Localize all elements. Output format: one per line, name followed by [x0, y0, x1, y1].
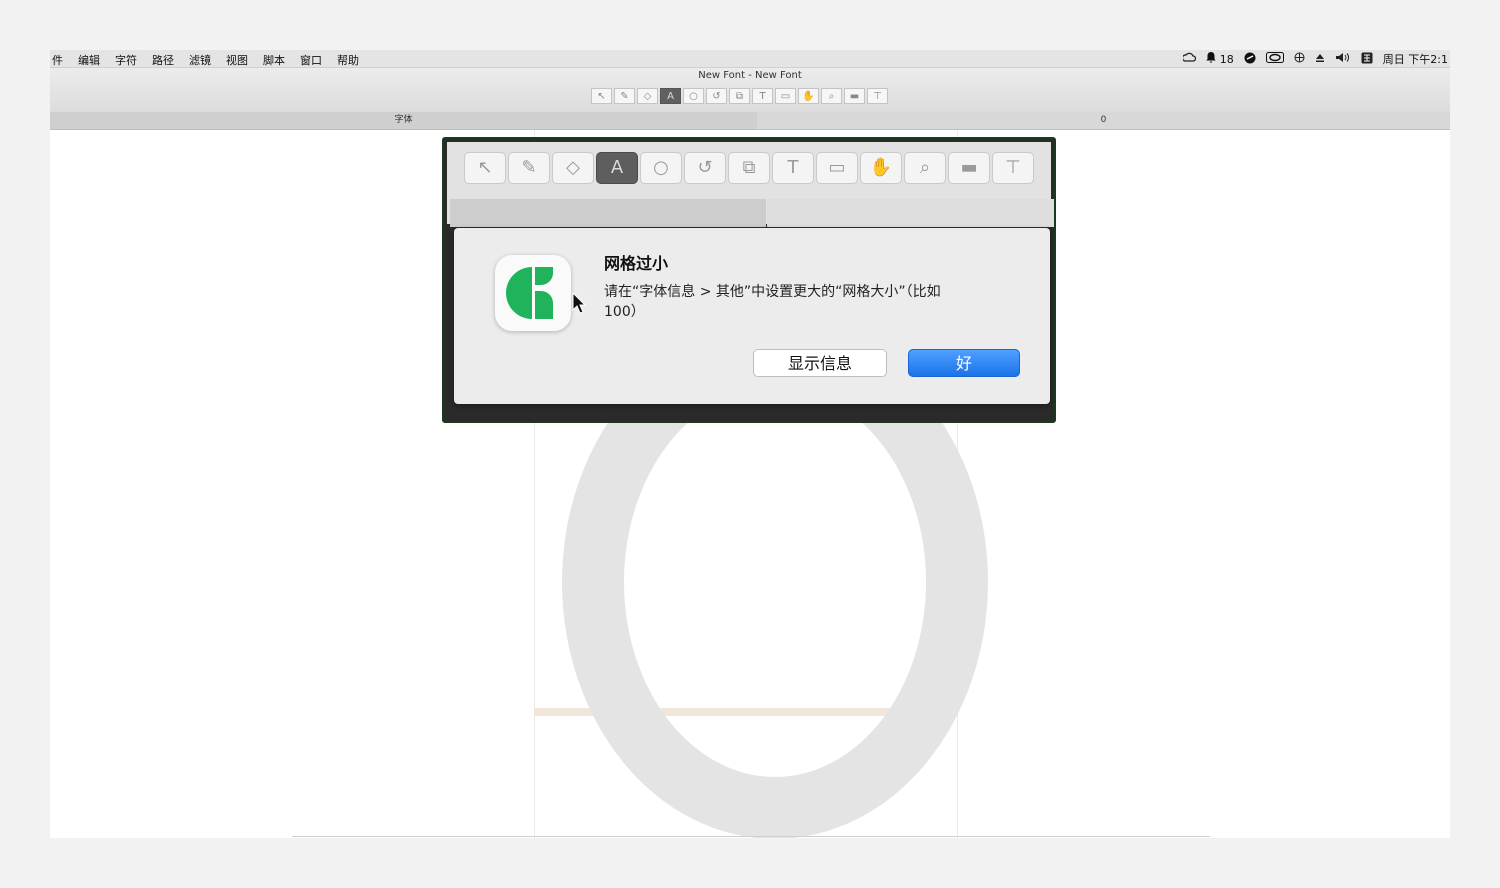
eraser-tool-icon[interactable]: ◇ — [637, 88, 658, 104]
dialog-message: 请在“字体信息 > 其他”中设置更大的“网格大小”（比如 100） — [604, 284, 941, 320]
select-tool-icon[interactable]: ↖ — [464, 152, 506, 184]
ok-button[interactable]: 好 — [908, 349, 1020, 377]
creative-cloud-icon[interactable] — [1182, 52, 1197, 66]
app-icon — [495, 255, 571, 331]
text-tool-icon[interactable]: T — [752, 88, 773, 104]
scrollbar-track[interactable] — [292, 836, 1210, 837]
network-icon[interactable] — [1294, 52, 1305, 66]
menu-edit[interactable]: 编辑 — [78, 52, 100, 68]
circle-tool-icon[interactable]: ○ — [683, 88, 704, 104]
tab-glyph[interactable]: 0 — [757, 112, 1450, 129]
scale-tool-icon[interactable]: ⧉ — [728, 152, 770, 184]
menu-bar: 件 编辑 字符 路径 滤镜 视图 脚本 窗口 帮助 18 周日 下午2:1 — [50, 50, 1450, 68]
volume-icon[interactable] — [1335, 52, 1351, 66]
hand-tool-icon[interactable]: ✋ — [798, 88, 819, 104]
menubar-clock[interactable]: 周日 下午2:1 — [1383, 51, 1448, 67]
glyph-tool-icon[interactable]: A — [660, 88, 681, 104]
menu-script[interactable]: 脚本 — [263, 52, 285, 68]
menu-glyph[interactable]: 字符 — [115, 52, 137, 68]
notification-bell-icon[interactable]: 18 — [1206, 52, 1234, 66]
menu-file[interactable]: 件 — [52, 52, 63, 68]
pen-tool-icon[interactable]: ✎ — [614, 88, 635, 104]
eject-icon[interactable] — [1315, 53, 1325, 66]
sync-icon[interactable] — [1244, 52, 1256, 67]
tab-bar: 字体 0 — [50, 112, 1450, 130]
zoomed-tab-font[interactable] — [450, 199, 766, 227]
dialog-title: 网格过小 — [604, 254, 669, 273]
window-title: New Font - New Font — [698, 70, 802, 81]
measure-tool-icon[interactable]: ⊤ — [992, 152, 1034, 184]
rotate-tool-icon[interactable]: ↺ — [706, 88, 727, 104]
menu-help[interactable]: 帮助 — [337, 52, 359, 68]
comment-tool-icon[interactable]: ▭ — [775, 88, 796, 104]
ruler-tool-icon[interactable]: ▬ — [948, 152, 990, 184]
zoomed-tool-palette: ↖ ✎ ◇ A ○ ↺ ⧉ T ▭ ✋ ⌕ ▬ ⊤ — [464, 152, 1036, 184]
comment-tool-icon[interactable]: ▭ — [816, 152, 858, 184]
glyph-tool-icon[interactable]: A — [596, 152, 638, 184]
select-tool-icon[interactable]: ↖ — [591, 88, 612, 104]
mouse-cursor-icon — [572, 291, 587, 318]
menu-window[interactable]: 窗口 — [300, 52, 322, 68]
nvidia-icon[interactable] — [1265, 52, 1284, 66]
menu-filter[interactable]: 滤镜 — [189, 52, 211, 68]
hand-tool-icon[interactable]: ✋ — [860, 152, 902, 184]
scale-tool-icon[interactable]: ⧉ — [729, 88, 750, 104]
tool-palette: ↖ ✎ ◇ A ○ ↺ ⧉ T ▭ ✋ ⌕ ▬ ⊤ — [591, 88, 890, 104]
input-method-icon[interactable] — [1361, 52, 1373, 67]
measure-tool-icon[interactable]: ⊤ — [867, 88, 888, 104]
zoom-tool-icon[interactable]: ⌕ — [904, 152, 946, 184]
tab-font[interactable]: 字体 — [50, 112, 757, 129]
eraser-tool-icon[interactable]: ◇ — [552, 152, 594, 184]
zoomed-tab-glyph[interactable] — [767, 199, 1054, 227]
title-bar: New Font - New Font ↖ ✎ ◇ A ○ ↺ ⧉ T ▭ ✋ … — [50, 68, 1450, 112]
menu-path[interactable]: 路径 — [152, 52, 174, 68]
alert-dialog: 网格过小 请在“字体信息 > 其他”中设置更大的“网格大小”（比如 100） 显… — [454, 228, 1050, 404]
menu-items: 件 编辑 字符 路径 滤镜 视图 脚本 窗口 帮助 — [52, 52, 374, 68]
zoomed-overlay: ↖ ✎ ◇ A ○ ↺ ⧉ T ▭ ✋ ⌕ ▬ ⊤ 网格过小 请在“字体信息 >… — [442, 137, 1056, 423]
notification-count: 18 — [1219, 53, 1234, 66]
show-info-button[interactable]: 显示信息 — [753, 349, 887, 377]
ruler-tool-icon[interactable]: ▬ — [844, 88, 865, 104]
zoom-tool-icon[interactable]: ⌕ — [821, 88, 842, 104]
zoomed-tab-bar — [450, 199, 1054, 227]
menu-view[interactable]: 视图 — [226, 52, 248, 68]
zoomed-toolbar-area: ↖ ✎ ◇ A ○ ↺ ⧉ T ▭ ✋ ⌕ ▬ ⊤ — [447, 142, 1054, 227]
pen-tool-icon[interactable]: ✎ — [508, 152, 550, 184]
status-area: 18 周日 下午2:1 — [1173, 51, 1448, 67]
circle-tool-icon[interactable]: ○ — [640, 152, 682, 184]
text-tool-icon[interactable]: T — [772, 152, 814, 184]
rotate-tool-icon[interactable]: ↺ — [684, 152, 726, 184]
